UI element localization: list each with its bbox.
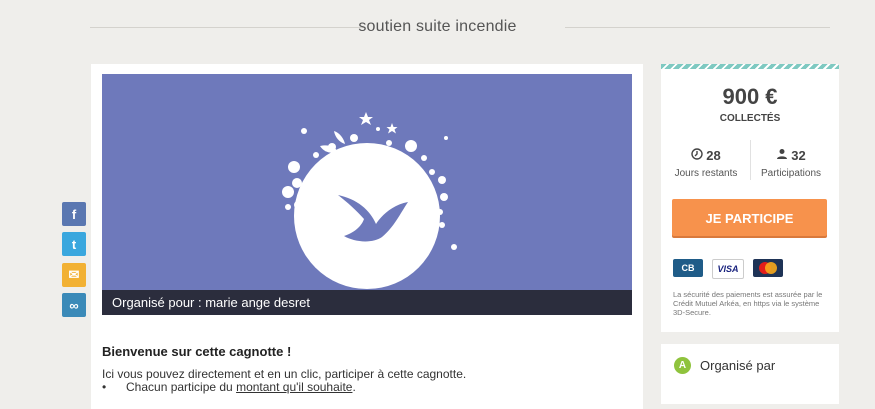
link-share-icon[interactable]: ∞ [62,293,86,317]
participants-label: Participations [760,168,822,179]
cagnotte-banner: Organisé pour : marie ange desret [102,74,632,315]
dove-illustration [282,112,457,289]
bullet-text: Chacun participe du [126,380,237,394]
twitter-share-icon[interactable]: t [62,232,86,256]
cb-card-icon: CB [673,259,703,277]
security-note: La sécurité des paiements est assurée pa… [673,290,823,317]
email-share-icon[interactable]: ✉ [62,263,86,287]
days-label: Jours restants [674,168,738,179]
bullet-suffix: . [352,380,356,394]
collection-summary-card: 900 € COLLECTÉS 28 Jours restants 32 Par… [661,64,839,332]
collected-label: COLLECTÉS [719,113,781,124]
organizer-card: A Organisé par [661,344,839,404]
decorative-stripe [661,64,839,69]
days-remaining-stat: 28 Jours restants [666,148,746,179]
organizer-label: Organisé par [700,358,776,373]
main-content-card: Organisé pour : marie ange desret Bienve… [91,64,643,409]
mastercard-icon [753,259,783,277]
welcome-heading: Bienvenue sur cette cagnotte ! [102,344,292,359]
participate-button[interactable]: JE PARTICIPE [672,199,827,236]
days-value: 28 [706,148,721,163]
facebook-share-icon[interactable]: f [62,202,86,226]
intro-text: Ici vous pouvez directement et en un cli… [102,367,467,381]
amount-link[interactable]: montant qu'il souhaite [236,380,352,394]
banner-caption: Organisé pour : marie ange desret [102,290,632,315]
info-list: Chacun participe du montant qu'il souhai… [102,380,356,395]
clock-icon [691,148,703,163]
participants-stat: 32 Participations [751,148,831,179]
payment-cards: CB VISA [673,259,783,279]
collected-amount: 900 € [722,84,778,109]
organizer-badge-icon: A [674,357,691,374]
participants-value: 32 [791,148,806,163]
page-header: soutien suite incendie [0,14,875,42]
person-icon [776,148,788,163]
title-divider-right [565,27,830,28]
visa-card-icon: VISA [712,259,744,279]
list-item: Chacun participe du montant qu'il souhai… [102,380,356,395]
